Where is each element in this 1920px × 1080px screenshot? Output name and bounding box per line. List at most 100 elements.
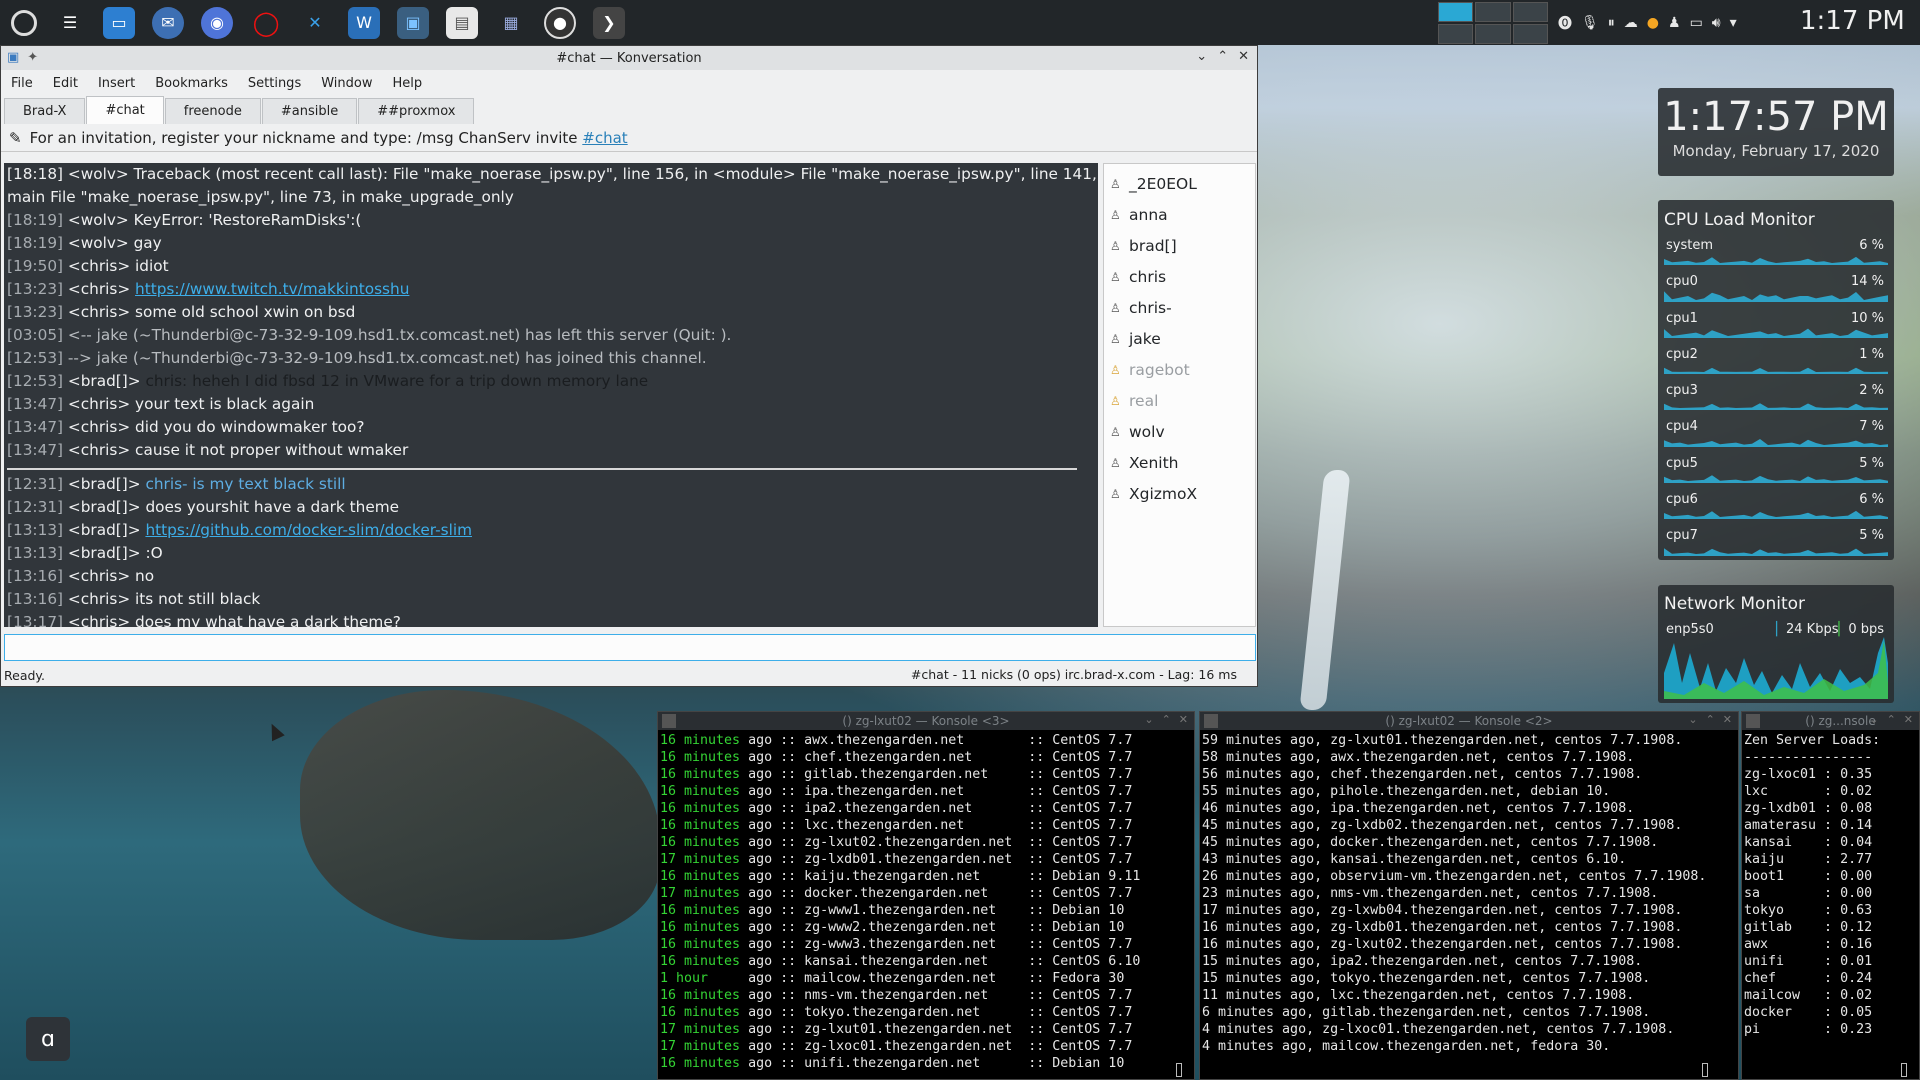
nick-list-item[interactable]: ♙ XgizmoX [1104,478,1255,509]
chat-link[interactable]: https://www.twitch.tv/makkintosshu [135,280,409,298]
menu-help[interactable]: Help [392,76,422,91]
message-input[interactable] [4,634,1256,661]
nick-list-item[interactable]: ♙ _2E0EOL [1104,168,1255,199]
menu-file[interactable]: File [11,76,33,91]
tray-expand-icon[interactable]: ▾ [1730,15,1737,31]
konsole-window-1[interactable]: () zg...nsole ⌄ ⌃ ✕ Zen Server Loads: ----… [1741,711,1920,1080]
konsole-titlebar[interactable]: () zg...nsole ⌄ ⌃ ✕ [1742,712,1919,730]
pager-desktop-4[interactable] [1438,24,1474,44]
maximize-icon[interactable]: ⌃ [1217,49,1228,64]
pager-desktop-1[interactable] [1438,2,1474,22]
konsole-titlebar[interactable]: () zg-lxut02 — Konsole <3> ⌄ ⌃ ✕ [658,712,1194,730]
konsole-window-2[interactable]: () zg-lxut02 — Konsole <2> ⌄ ⌃ ✕ 59 minute… [1199,711,1739,1080]
media-pause-icon[interactable]: ⏸︎ [1608,15,1615,31]
konversation-icon[interactable]: ▣ [397,6,429,39]
pager-desktop-6[interactable] [1512,24,1548,44]
chat-link[interactable]: https://github.com/docker-slim/docker-sl… [145,521,472,539]
updates-icon[interactable]: ● [1647,15,1659,31]
close-icon[interactable]: ✕ [1179,713,1188,726]
chat-nick[interactable]: <chris> [68,257,130,275]
tab-ansible[interactable]: #ansible [261,98,358,124]
chevron-down-icon[interactable]: ⌄ [1688,713,1697,726]
chat-nick[interactable]: <chris> [68,395,130,413]
menu-insert[interactable]: Insert [98,76,135,91]
volume-icon[interactable]: 🔊︎ [1712,15,1721,31]
terminal-output[interactable]: 16 minutes ago :: awx.thezengarden.net :… [658,730,1194,1072]
chevron-down-icon[interactable]: ⌄ [1144,713,1153,726]
pin-icon[interactable]: ✦ [27,50,38,65]
obs-icon[interactable]: ● [544,6,576,39]
tab-proxmox[interactable]: ##proxmox [358,98,475,124]
nick-list-item[interactable]: ♙ brad[] [1104,230,1255,261]
chevron-down-icon[interactable]: ⌄ [1196,49,1207,64]
chat-nick[interactable]: <brad[]> [68,544,141,562]
menu-bookmarks[interactable]: Bookmarks [155,76,228,91]
nick-list[interactable]: ♙ _2E0EOL ♙ anna ♙ brad[] ♙ chris ♙ chris- ♙ jake ♙ r… [1103,163,1256,627]
nick-list-item[interactable]: ♙ real [1104,385,1255,416]
menu-edit[interactable]: Edit [53,76,78,91]
topic-channel-link[interactable]: #chat [582,129,627,147]
tab-brad-x[interactable]: Brad-X [4,98,86,124]
notification-icon[interactable]: ⓿ [1558,13,1572,33]
taskbar-clock[interactable]: 1:17 PM [1800,6,1905,36]
chat-nick[interactable]: <chris> [68,280,130,298]
konsole-titlebar[interactable]: () zg-lxut02 — Konsole <2> ⌄ ⌃ ✕ [1200,712,1738,730]
network-icon[interactable]: ▦ [495,7,527,39]
cloud-icon[interactable]: ☁︎ [1624,15,1638,31]
chat-nick[interactable]: <chris> [68,567,130,585]
chat-nick[interactable]: <chris> [68,418,130,436]
maximize-icon[interactable]: ⌃ [1162,713,1171,726]
chat-nick[interactable]: <brad[]> [68,521,141,539]
pager-desktop-2[interactable] [1475,2,1511,22]
maximize-icon[interactable]: ⌃ [1887,713,1896,726]
chevron-down-icon[interactable]: ⌄ [1869,713,1878,726]
writer-icon[interactable]: W [348,6,380,39]
chat-view[interactable]: [18:18] <wolv> Traceback (most recent ca… [4,163,1098,627]
nick-list-item[interactable]: ♙ ragebot [1104,354,1255,385]
menu-window[interactable]: Window [321,76,372,91]
vscode-icon[interactable]: ✕ [299,7,331,39]
window-titlebar[interactable]: ▣ ✦ #chat — Konversation ⌄ ⌃ ✕ [1,46,1257,70]
chat-nick[interactable]: <chris> [68,303,130,321]
nick-list-item[interactable]: ♙ chris [1104,261,1255,292]
files-icon[interactable]: ▭ [103,6,135,39]
show-desktop-button[interactable]: ɑ [26,1017,70,1061]
chat-nick[interactable]: <brad[]> [68,475,141,493]
tab-freenode[interactable]: freenode [164,98,261,124]
settings-icon[interactable] [11,9,37,36]
terminal-output[interactable]: 59 minutes ago, zg-lxut01.thezengarden.n… [1200,730,1738,1055]
konsole-window-3[interactable]: () zg-lxut02 — Konsole <3> ⌄ ⌃ ✕ 16 minute… [657,711,1195,1080]
mail-icon[interactable]: ✉ [152,6,184,39]
chat-nick[interactable]: <brad[]> [68,372,141,390]
chat-nick[interactable]: <chris> [68,613,130,627]
chat-nick[interactable]: <chris> [68,590,130,608]
user-icon[interactable]: ♟ [1668,15,1681,31]
pager-desktop-3[interactable] [1512,2,1548,22]
pager-desktop-5[interactable] [1475,24,1511,44]
terminal-icon[interactable]: ❯ [593,6,625,39]
edit-topic-icon[interactable]: ✎ [9,129,22,147]
display-icon[interactable]: ▭ [1690,15,1703,31]
close-icon[interactable]: ✕ [1723,713,1732,726]
launcher-icon[interactable]: ☰ [54,7,86,39]
close-icon[interactable]: ✕ [1238,49,1249,64]
chat-nick[interactable]: <wolv> [68,234,129,252]
close-icon[interactable]: ✕ [1904,713,1913,726]
app-icon[interactable]: ▣ [7,50,19,65]
document-icon[interactable]: ▤ [446,6,478,39]
chromium-icon[interactable]: ◉ [201,6,233,39]
nick-list-item[interactable]: ♙ chris- [1104,292,1255,323]
chat-nick[interactable]: <wolv> [68,211,129,229]
maximize-icon[interactable]: ⌃ [1706,713,1715,726]
chat-nick[interactable]: <chris> [68,441,130,459]
nick-list-item[interactable]: ♙ Xenith [1104,447,1255,478]
chat-nick[interactable]: <brad[]> [68,498,141,516]
tab-chat[interactable]: #chat [86,96,164,124]
nick-list-item[interactable]: ♙ wolv [1104,416,1255,447]
nick-list-item[interactable]: ♙ jake [1104,323,1255,354]
opera-icon[interactable]: ◯ [250,7,282,39]
menu-settings[interactable]: Settings [248,76,301,91]
microphone-icon[interactable]: 🎙︎ [1581,15,1599,31]
virtual-desktop-pager[interactable] [1438,2,1548,44]
nick-list-item[interactable]: ♙ anna [1104,199,1255,230]
